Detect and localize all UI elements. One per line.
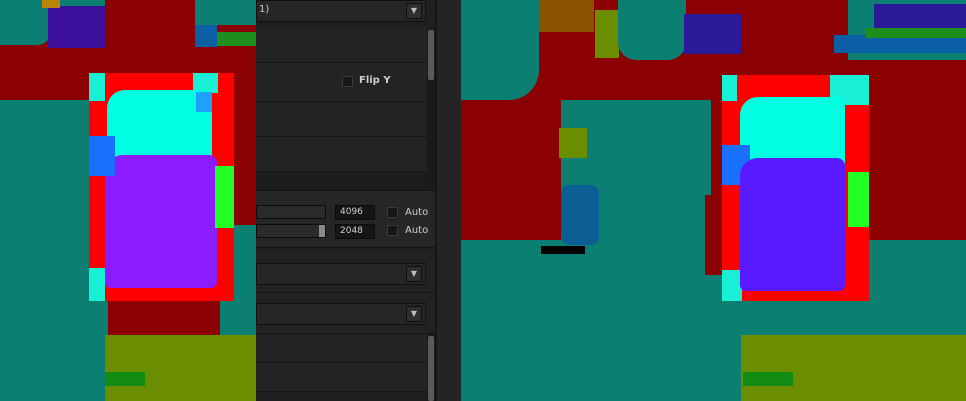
panel-row [256,334,435,363]
slider-knob[interactable] [319,225,325,237]
height-field[interactable]: 2048 [335,224,375,239]
panel-row [256,102,435,137]
segment-region [42,0,60,8]
segment-region [48,6,106,48]
segment-region [684,14,741,54]
segment-region [196,92,212,112]
chevron-down-icon[interactable]: ▼ [406,266,422,282]
output-dropdown[interactable]: ▼ [256,303,426,325]
flip-y-checkbox[interactable] [342,76,353,87]
resolution-section: 4096 Auto 2048 Auto [256,191,435,248]
right-segmentation-viewport[interactable] [461,0,966,401]
segment-region [461,100,561,240]
panel-divider[interactable] [437,0,461,401]
settings-panel: 1) ▼ Flip Y 4096 Auto 2048 Auto ▼ ▼ [256,0,437,401]
panel-row [256,137,435,172]
segment-region [541,246,585,254]
segment-region [722,270,742,301]
scrollbar-thumb[interactable] [428,336,434,401]
panel-row [256,28,435,63]
segment-region [217,32,256,46]
top-dropdown[interactable]: 1) ▼ [256,0,426,22]
auto-height-label: Auto [405,225,429,236]
left-segmentation-viewport[interactable] [0,0,256,401]
segment-region [461,0,539,100]
segment-region [89,136,115,176]
segment-region [743,372,793,386]
scrollbar-thumb[interactable] [428,30,434,80]
segment-region [105,335,256,401]
width-slider[interactable] [256,205,326,219]
panel-row [256,363,435,392]
segment-region [722,75,737,101]
segment-region [866,28,966,38]
height-slider[interactable] [256,224,326,238]
format-dropdown[interactable]: ▼ [256,263,426,285]
segment-region [195,25,217,47]
segment-region [559,128,587,158]
slider-fill [257,206,325,218]
top-dropdown-value: 1) [259,4,270,15]
segment-region [595,10,619,58]
segment-region [195,0,256,25]
segment-region [89,73,105,101]
auto-width-label: Auto [405,207,429,218]
segment-region [215,166,234,228]
panel-row: ▼ [256,293,435,334]
slider-fill [257,225,319,237]
segment-region [740,158,845,291]
segment-region [105,372,145,386]
segment-region [89,268,105,301]
segment-region [461,240,711,401]
auto-height-checkbox[interactable] [387,225,398,236]
panel-row: ▼ [256,252,435,293]
segment-region [848,172,869,227]
flip-y-label: Flip Y [359,75,391,86]
segment-region [741,335,966,401]
panel-row [256,172,435,191]
width-field[interactable]: 4096 [335,205,375,220]
auto-width-checkbox[interactable] [387,207,398,218]
chevron-down-icon[interactable]: ▼ [406,306,422,322]
panel-row: Flip Y [256,63,435,102]
chevron-down-icon[interactable]: ▼ [406,3,422,19]
segment-region [618,0,686,60]
segment-region [539,0,594,32]
segment-region [561,185,599,245]
segment-region [105,155,217,288]
